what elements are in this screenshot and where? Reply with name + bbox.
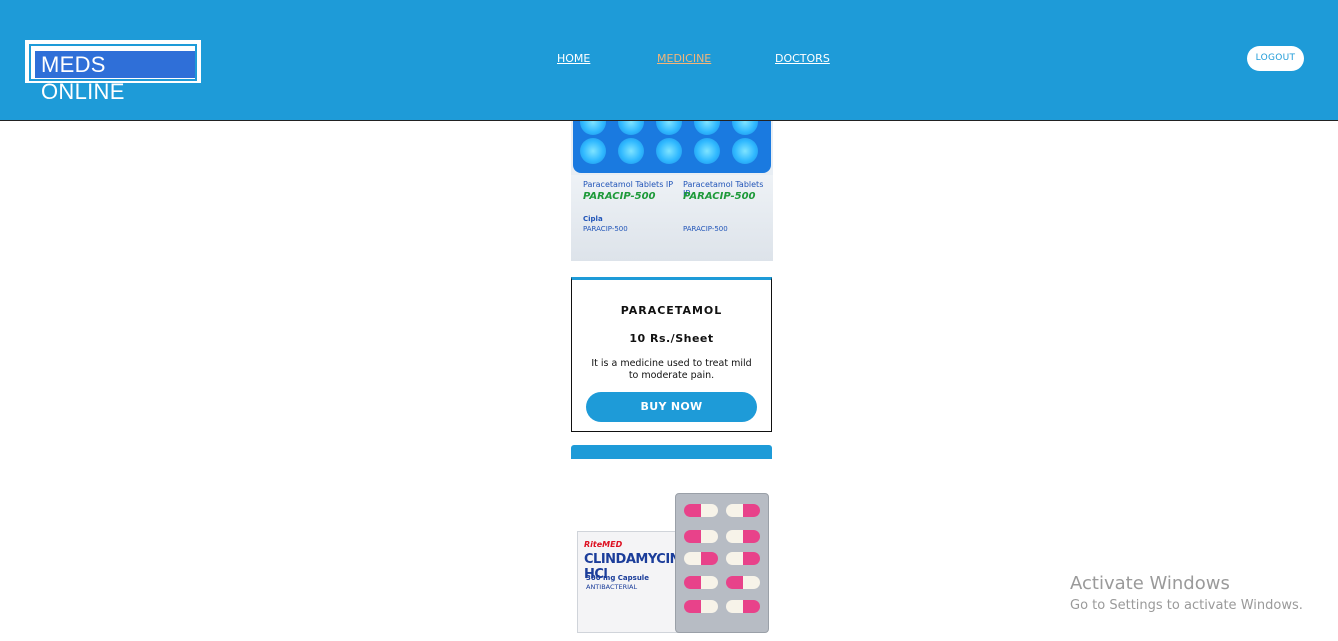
clindamycin-product-image: RiteMED CLINDAMYCIN HCl 300 mg Capsule A…	[571, 459, 773, 641]
strip-brand: Cipla	[583, 215, 603, 223]
product-name: PARACETAMOL	[620, 304, 723, 317]
box-dose: 300 mg Capsule	[586, 574, 649, 582]
box-category: ANTIBACTERIAL	[586, 583, 638, 591]
product-card-header	[571, 445, 772, 459]
activate-windows-title: Activate Windows	[1070, 573, 1230, 594]
activate-windows-subtitle: Go to Settings to activate Windows.	[1070, 598, 1303, 613]
strip-text-6: PARACIP-500	[683, 225, 728, 233]
paracetamol-product-image: Paracetamol Tablets IP PARACIP-500 Parac…	[571, 121, 773, 261]
strip-text-2: PARACIP-500	[583, 191, 656, 202]
product-card: PARACETAMOL 10 Rs./Sheet It is a medicin…	[571, 277, 772, 432]
blister-foil: Paracetamol Tablets IP PARACIP-500 Parac…	[571, 175, 773, 261]
product-price: 10 Rs./Sheet	[629, 332, 714, 345]
blister-pack	[573, 121, 771, 173]
logo-text: MEDS ONLINE	[35, 51, 195, 104]
strip-text-1: Paracetamol Tablets IP	[583, 180, 674, 189]
buy-now-button[interactable]: BUY NOW	[586, 392, 757, 422]
product-description: It is a medicine used to treat mild to m…	[591, 358, 752, 381]
nav-link-doctors[interactable]: DOCTORS	[775, 52, 830, 65]
strip-text-5: PARACIP-500	[583, 225, 628, 233]
nav-link-home[interactable]: HOME	[557, 52, 590, 65]
nav-link-medicine[interactable]: MEDICINE	[657, 52, 711, 65]
site-logo[interactable]: MEDS ONLINE	[25, 40, 201, 104]
top-header: MEDS ONLINE HOME MEDICINE DOCTORS LOGOUT	[0, 0, 1338, 121]
strip-text-4: PARACIP-500	[683, 191, 756, 202]
box-brand: RiteMED	[584, 540, 623, 549]
capsule-blister	[675, 493, 769, 633]
logout-button[interactable]: LOGOUT	[1247, 46, 1304, 71]
